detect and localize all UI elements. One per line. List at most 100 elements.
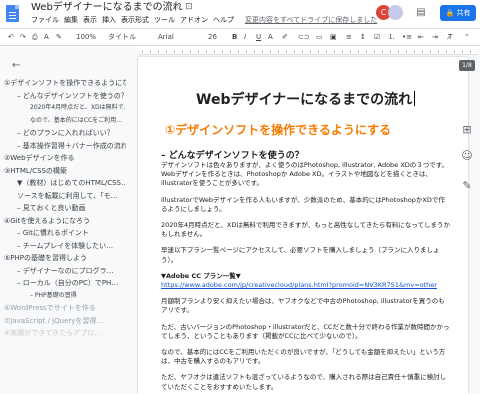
paragraph: なので、基本的にはCCをご利用いただくのが良いですが、「どうしても金額を抑えたい… bbox=[161, 348, 446, 366]
document-body[interactable]: デザインソフトは色々ありますが、よく使うのはPhotoshop, illustr… bbox=[161, 161, 451, 394]
bulleted-list-icon[interactable]: •≡ bbox=[402, 29, 412, 45]
ruler-tick bbox=[166, 50, 167, 53]
italic-icon[interactable]: I bbox=[244, 29, 246, 45]
outline-item[interactable]: ▼（教材）はじめてのHTML/CSS… bbox=[0, 177, 126, 190]
zoom-select[interactable]: 100% bbox=[76, 29, 96, 45]
spellcheck-icon[interactable]: A bbox=[44, 29, 49, 45]
indent-increase-icon[interactable]: ⇥ bbox=[432, 29, 438, 45]
document-title[interactable]: Webデザイナーになるまでの流れ bbox=[31, 2, 183, 14]
paint-format-icon[interactable]: ✎ bbox=[56, 29, 62, 45]
star-icon[interactable]: ☆ bbox=[172, 2, 185, 12]
font-select[interactable]: Arial bbox=[158, 29, 174, 45]
docs-logo-icon[interactable] bbox=[6, 5, 19, 22]
text-cursor bbox=[414, 91, 416, 106]
outline-item[interactable]: – どんなデザインソフトを使うの？ bbox=[0, 90, 126, 103]
add-comment-icon[interactable]: ⊞ bbox=[459, 122, 475, 138]
menu-view[interactable]: 表示 bbox=[83, 16, 97, 24]
ruler-tick bbox=[422, 50, 423, 53]
outline-item[interactable]: – 基本操作習得＋バナー作成の流れ bbox=[0, 140, 126, 153]
menu-bar: ファイル 編集 表示 挿入 表示形式 ツール アドオン ヘルプ 変更内容をすべてドライブに保存し… bbox=[31, 16, 382, 25]
ruler-tick bbox=[190, 50, 191, 53]
outline-item[interactable]: – どのプランに入れればいい？ bbox=[0, 127, 126, 140]
comment-history-icon[interactable]: ▤ bbox=[413, 5, 429, 21]
document-page[interactable]: Webデザイナーになるまでの流れ ①デザインソフトを操作できるようにする – ど… bbox=[138, 57, 468, 394]
redo-icon[interactable]: ↷ bbox=[20, 29, 26, 45]
outline-item[interactable]: ソースを転載に利用して、「モ… bbox=[0, 190, 126, 203]
ruler-tick bbox=[310, 50, 311, 53]
suggest-edit-icon[interactable]: ✎ bbox=[459, 178, 475, 194]
outline-item[interactable]: – PHP基礎の習得 bbox=[0, 290, 126, 303]
outline-item[interactable]: – デザイナーなのにプログラ… bbox=[0, 265, 126, 278]
paragraph: 早速以下プラン一覧ページにアクセスして、必要ソフトを購入しましょう（プランに入り… bbox=[161, 246, 440, 264]
ruler-tick bbox=[286, 50, 287, 53]
ruler-tick bbox=[318, 50, 319, 53]
adobe-plans-link[interactable]: https://www.adobe.com/jp/creativecloud/p… bbox=[161, 281, 437, 289]
ruler-tick bbox=[382, 50, 383, 53]
outline-item[interactable]: ③HTML/CSSの構築 bbox=[0, 165, 126, 178]
collapse-toolbar-icon[interactable]: ⌃ bbox=[464, 29, 470, 45]
outline-item[interactable]: ①デザインソフトを操作できるようになる bbox=[0, 77, 126, 90]
ruler-tick bbox=[350, 50, 351, 53]
style-select[interactable]: タイトル bbox=[108, 29, 136, 45]
indent-decrease-icon[interactable]: ⇤ bbox=[418, 29, 424, 45]
clear-format-icon[interactable]: T̸ bbox=[448, 29, 452, 45]
emoji-reaction-icon[interactable]: ☺ bbox=[459, 148, 475, 164]
checklist-icon[interactable]: ☑ bbox=[374, 29, 380, 45]
align-icon[interactable]: ≡ bbox=[346, 29, 352, 45]
outline-item[interactable]: なので、基本的にはCCをご利用… bbox=[0, 115, 126, 128]
menu-edit[interactable]: 編集 bbox=[64, 16, 78, 24]
ruler-tick bbox=[150, 50, 151, 53]
font-size-select[interactable]: 26 bbox=[208, 29, 217, 45]
ruler[interactable] bbox=[138, 46, 478, 55]
ruler-tick bbox=[326, 50, 327, 53]
comment-icon[interactable]: ▭ bbox=[316, 29, 323, 45]
outline-item[interactable]: ⑥WordPressでサイトを作る bbox=[0, 302, 126, 315]
page-title[interactable]: Webデザイナーになるまでの流れ bbox=[196, 89, 416, 109]
line-spacing-icon[interactable]: ↕ bbox=[360, 29, 366, 45]
share-button[interactable]: 🔒 共有 bbox=[440, 5, 476, 21]
outline-item[interactable]: – チームプレイを体験したい… bbox=[0, 240, 126, 253]
outline-item[interactable]: – Gitに慣れるポイント bbox=[0, 227, 126, 240]
ruler-tick bbox=[238, 50, 239, 53]
share-label: 共有 bbox=[456, 9, 471, 17]
numbered-list-icon[interactable]: ⒈ bbox=[388, 29, 395, 45]
outline-item[interactable]: ②Webデザインを作る bbox=[0, 152, 126, 165]
outline-item[interactable]: 2020年4月時点だと、XDは無料で… bbox=[0, 102, 126, 115]
last-edit-status[interactable]: 変更内容をすべてドライブに保存しました bbox=[245, 16, 377, 24]
outline-item[interactable]: – 見ておくと良い動画 bbox=[0, 202, 126, 215]
section-heading[interactable]: ①デザインソフトを操作できるようにする bbox=[165, 121, 391, 138]
back-arrow-icon[interactable]: ← bbox=[12, 60, 20, 71]
menu-tools[interactable]: ツール bbox=[154, 16, 175, 24]
outline-item[interactable]: – ローカル（自分のPC）でPH… bbox=[0, 277, 126, 290]
text-color-icon[interactable]: A bbox=[268, 29, 273, 45]
ruler-tick bbox=[446, 50, 447, 53]
ruler-tick bbox=[174, 50, 175, 53]
outline-item[interactable]: ⑤PHPの基礎を習得しよう bbox=[0, 252, 126, 265]
menu-format[interactable]: 表示形式 bbox=[121, 16, 149, 24]
avatar-2[interactable] bbox=[388, 5, 403, 20]
outline-item[interactable]: ⑦JavaScript / jQueryを習得… bbox=[0, 315, 126, 328]
ruler-tick bbox=[278, 50, 279, 53]
formatting-toolbar: ↶ ↷ ⎙ A ✎ 100% タイトル Arial 26 B I U A ✐ ⊂… bbox=[0, 28, 480, 46]
ruler-tick bbox=[246, 50, 247, 53]
page-counter-badge: 1/8 bbox=[459, 60, 475, 71]
subsection-heading[interactable]: – どんなデザインソフトを使うの？ bbox=[161, 148, 304, 161]
underline-icon[interactable]: U bbox=[256, 29, 261, 45]
undo-icon[interactable]: ↶ bbox=[8, 29, 14, 45]
print-icon[interactable]: ⎙ bbox=[32, 29, 38, 45]
menu-addons[interactable]: アドオン bbox=[180, 16, 208, 24]
move-folder-icon[interactable]: ⊡ bbox=[185, 2, 198, 12]
bold-icon[interactable]: B bbox=[232, 29, 237, 45]
menu-insert[interactable]: 挿入 bbox=[102, 16, 116, 24]
paragraph: 2020年4月時点だと、XDは無料で利用できますが、もっと高性なしてきたら有料に… bbox=[161, 221, 451, 239]
outline-item[interactable]: ④Gitを使えるようになろう bbox=[0, 215, 126, 228]
ruler-tick bbox=[390, 50, 391, 53]
ruler-tick bbox=[430, 50, 431, 53]
menu-help[interactable]: ヘルプ bbox=[213, 16, 234, 24]
highlight-icon[interactable]: ✐ bbox=[282, 29, 288, 45]
image-icon[interactable]: ▣ bbox=[330, 29, 337, 45]
link-icon[interactable]: ⊂⊃ bbox=[298, 29, 310, 45]
outline-item[interactable]: ⑧実績ができてきたらアプロ… bbox=[0, 327, 126, 340]
ruler-tick bbox=[262, 50, 263, 53]
menu-file[interactable]: ファイル bbox=[31, 16, 59, 24]
